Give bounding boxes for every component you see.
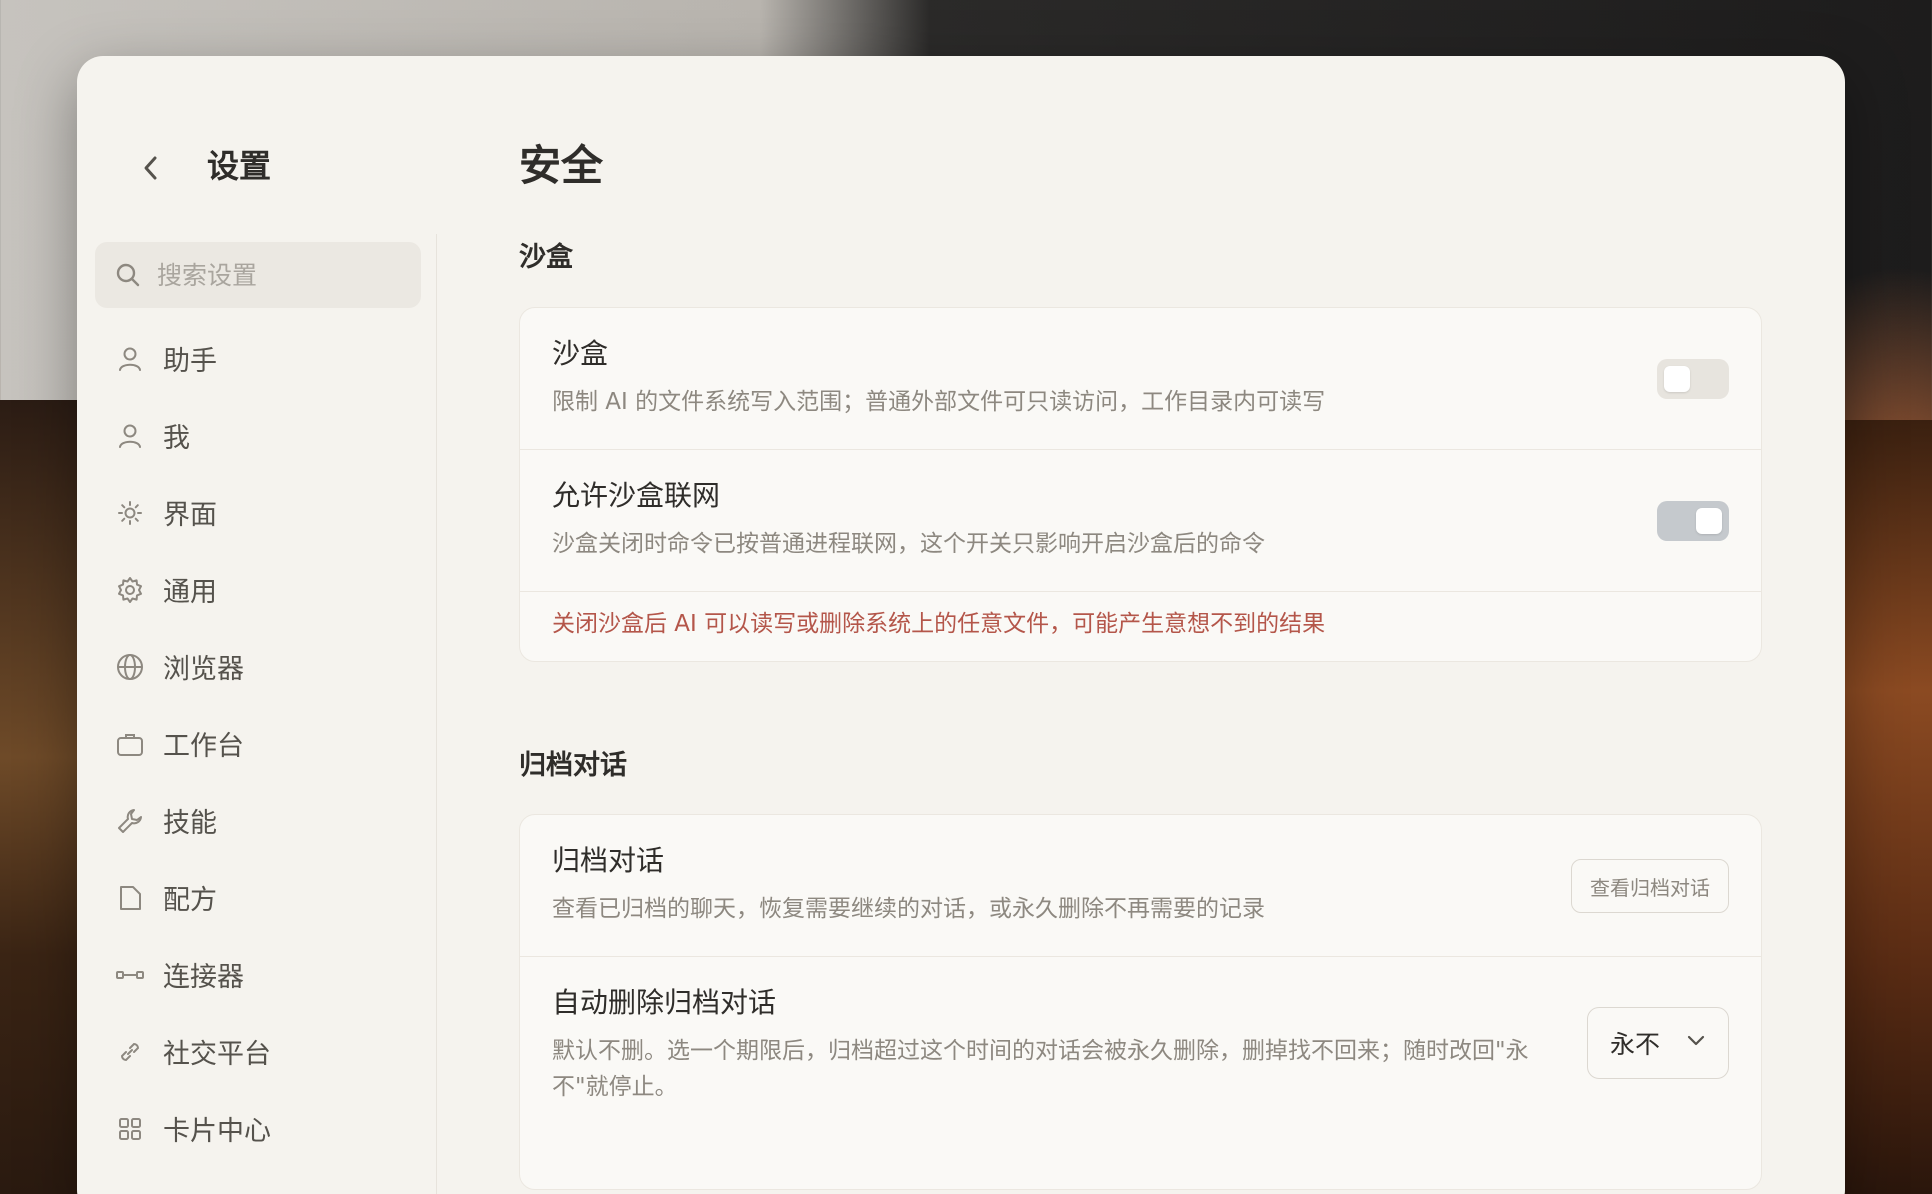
setting-row-auto-delete: 自动删除归档对话 默认不删。选一个期限后，归档超过这个时间的对话会被永久删除，删…: [520, 957, 1761, 1189]
view-archived-button[interactable]: 查看归档对话: [1571, 859, 1729, 913]
sidebar: 设置 助手 我: [77, 56, 437, 1194]
sidebar-item-social[interactable]: 社交平台: [95, 1013, 421, 1090]
person-icon: [115, 344, 145, 374]
sidebar-nav: 助手 我 界面 通用 浏览器 工作台 技能 配方 连接器 社交平台 卡片中心: [95, 320, 421, 1167]
network-toggle[interactable]: [1657, 501, 1729, 541]
wrench-icon: [115, 806, 145, 836]
sidebar-divider: [436, 234, 437, 1194]
person-icon: [115, 421, 145, 451]
search-box[interactable]: [95, 242, 421, 308]
gear-icon: [115, 575, 145, 605]
section-title-archive: 归档对话: [519, 750, 627, 781]
sidebar-item-label: 工作台: [163, 731, 244, 762]
setting-description: 沙盒关闭时命令已按普通进程联网，这个开关只影响开启沙盒后的命令: [552, 531, 1265, 557]
chevron-left-icon: [144, 156, 157, 180]
search-icon: [116, 263, 140, 287]
sidebar-item-label: 界面: [163, 500, 217, 531]
document-icon: [115, 883, 145, 913]
auto-delete-select[interactable]: 永不: [1587, 1007, 1729, 1079]
sidebar-item-label: 浏览器: [163, 654, 244, 685]
setting-row-sandbox: 沙盒 限制 AI 的文件系统写入范围；普通外部文件可只读访问，工作目录内可读写: [520, 308, 1761, 450]
toggle-knob: [1664, 366, 1690, 392]
background-decor: [1832, 420, 1932, 1194]
sidebar-item-recipes[interactable]: 配方: [95, 859, 421, 936]
sidebar-item-interface[interactable]: 界面: [95, 474, 421, 551]
sun-icon: [115, 498, 145, 528]
sandbox-card: 沙盒 限制 AI 的文件系统写入范围；普通外部文件可只读访问，工作目录内可读写 …: [519, 307, 1762, 662]
briefcase-icon: [115, 729, 145, 759]
setting-row-network: 允许沙盒联网 沙盒关闭时命令已按普通进程联网，这个开关只影响开启沙盒后的命令: [520, 450, 1761, 592]
sidebar-title: 设置: [207, 147, 272, 185]
setting-title: 归档对话: [552, 844, 665, 877]
sidebar-item-label: 卡片中心: [163, 1116, 271, 1147]
sidebar-item-browser[interactable]: 浏览器: [95, 628, 421, 705]
connector-icon: [115, 960, 145, 990]
sidebar-item-me[interactable]: 我: [95, 397, 421, 474]
warning-row: 关闭沙盒后 AI 可以读写或删除系统上的任意文件，可能产生意想不到的结果: [520, 592, 1761, 661]
select-value: 永不: [1610, 1030, 1661, 1059]
sidebar-item-skills[interactable]: 技能: [95, 782, 421, 859]
setting-description: 默认不删。选一个期限后，归档超过这个时间的对话会被永久删除，删掉找不回来；随时改…: [552, 1038, 1529, 1100]
sidebar-item-label: 社交平台: [163, 1039, 271, 1070]
sidebar-item-label: 连接器: [163, 962, 244, 993]
sandbox-toggle[interactable]: [1657, 359, 1729, 399]
sidebar-item-card-center[interactable]: 卡片中心: [95, 1090, 421, 1167]
sidebar-item-general[interactable]: 通用: [95, 551, 421, 628]
setting-title: 自动删除归档对话: [552, 986, 777, 1019]
page-title: 安全: [519, 141, 604, 190]
globe-icon: [115, 652, 145, 682]
sidebar-item-label: 技能: [163, 808, 217, 839]
section-title-sandbox: 沙盒: [519, 242, 573, 273]
setting-row-archived: 归档对话 查看已归档的聊天，恢复需要继续的对话，或永久删除不再需要的记录 查看归…: [520, 815, 1761, 957]
search-input[interactable]: [155, 259, 399, 291]
grid-icon: [115, 1114, 145, 1144]
setting-title: 沙盒: [552, 337, 609, 370]
sidebar-item-label: 助手: [163, 346, 217, 377]
setting-description: 查看已归档的聊天，恢复需要继续的对话，或永久删除不再需要的记录: [552, 896, 1265, 922]
back-button[interactable]: [131, 144, 171, 192]
setting-title: 允许沙盒联网: [552, 479, 721, 512]
sidebar-item-label: 我: [163, 423, 190, 454]
archive-card: 归档对话 查看已归档的聊天，恢复需要继续的对话，或永久删除不再需要的记录 查看归…: [519, 814, 1762, 1190]
sidebar-item-assistant[interactable]: 助手: [95, 320, 421, 397]
setting-description: 限制 AI 的文件系统写入范围；普通外部文件可只读访问，工作目录内可读写: [552, 389, 1326, 415]
settings-window: 设置 助手 我: [77, 56, 1845, 1194]
sidebar-item-label: 通用: [163, 577, 217, 608]
link-icon: [115, 1037, 145, 1067]
warning-text: 关闭沙盒后 AI 可以读写或删除系统上的任意文件，可能产生意想不到的结果: [552, 611, 1326, 637]
sidebar-item-connectors[interactable]: 连接器: [95, 936, 421, 1013]
chevron-down-icon: [1687, 1035, 1705, 1046]
toggle-knob: [1696, 508, 1722, 534]
sidebar-item-workbench[interactable]: 工作台: [95, 705, 421, 782]
sidebar-item-label: 配方: [163, 885, 217, 916]
